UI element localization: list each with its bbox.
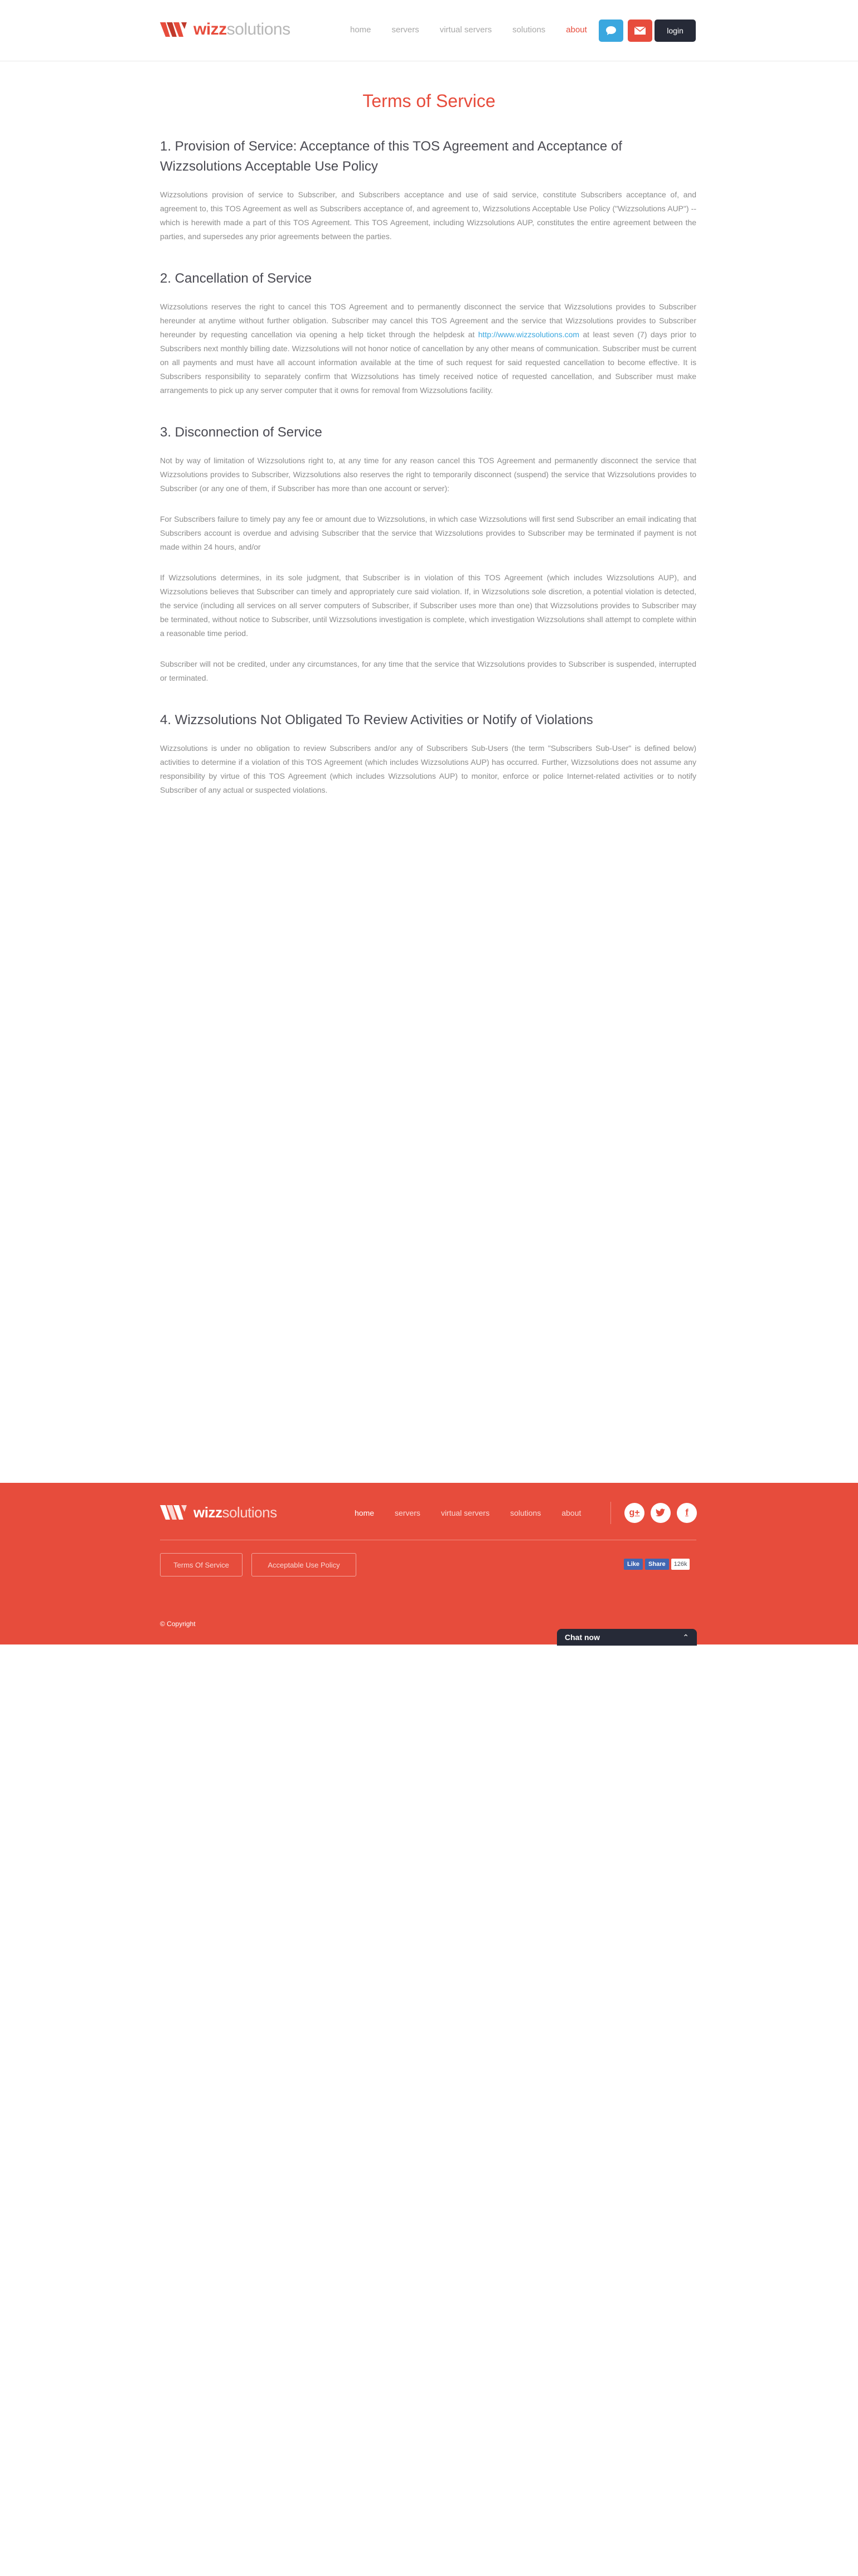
site-logo[interactable]: wizzsolutions — [160, 20, 290, 39]
section-paragraph: Wizzsolutions reserves the right to canc… — [160, 302, 697, 395]
facebook-widgets: Like Share 126k — [624, 1559, 690, 1570]
main-nav: home servers virtual servers solutions a… — [350, 25, 608, 35]
fb-like-button[interactable]: Like — [624, 1559, 643, 1570]
section-paragraph: If Wizzsolutions determines, in its sole… — [160, 573, 696, 638]
section-paragraph: Wizzsolutions provision of service to Su… — [160, 190, 696, 241]
footer-nav-solutions[interactable]: solutions — [510, 1508, 541, 1517]
section-heading: 1. Provision of Service: Acceptance of t… — [160, 139, 622, 174]
footer-link-terms-of-service[interactable]: Terms Of Service — [160, 1553, 243, 1576]
section-heading: 4. Wizzsolutions Not Obligated To Review… — [160, 712, 593, 727]
facebook-icon[interactable]: f — [677, 1503, 697, 1523]
section-disconnection-of-service: 3. Disconnection of Service Not by way o… — [160, 423, 696, 685]
footer-link-acceptable-use-policy[interactable]: Acceptable Use Policy — [251, 1553, 356, 1576]
login-button[interactable]: login — [655, 20, 696, 42]
chat-now-widget[interactable]: Chat now ⌃ — [557, 1629, 697, 1646]
section-heading: 3. Disconnection of Service — [160, 425, 322, 440]
site-header: wizzsolutions home servers virtual serve… — [0, 0, 858, 61]
footer-nav-virtual-servers[interactable]: virtual servers — [441, 1508, 489, 1517]
chat-button[interactable] — [599, 20, 623, 42]
logo-mark-icon — [160, 22, 187, 37]
logo-text: wizzsolutions — [193, 20, 290, 38]
nav-servers[interactable]: servers — [392, 25, 419, 35]
nav-virtual-servers[interactable]: virtual servers — [440, 25, 492, 35]
chevron-up-icon: ⌃ — [682, 1632, 689, 1642]
google-plus-icon[interactable]: g+ — [624, 1503, 644, 1523]
mail-button[interactable] — [628, 20, 652, 42]
section-paragraph: Subscriber will not be credited, under a… — [160, 659, 696, 682]
fb-like-count: 126k — [671, 1559, 690, 1570]
fb-share-button[interactable]: Share — [645, 1559, 669, 1570]
chat-now-label: Chat now — [565, 1633, 600, 1642]
section-paragraph: Wizzsolutions is under no obligation to … — [160, 744, 696, 794]
section-no-obligation-to-review: 4. Wizzsolutions Not Obligated To Review… — [160, 710, 696, 797]
speech-bubble-icon — [606, 26, 616, 35]
copyright: © Copyright — [160, 1620, 196, 1628]
nav-about[interactable]: about — [566, 25, 587, 35]
footer-divider — [610, 1502, 611, 1524]
footer-nav-home[interactable]: home — [355, 1508, 374, 1517]
footer-nav: home servers virtual servers solutions a… — [355, 1508, 602, 1517]
section-cancellation-of-service: 2. Cancellation of Service Wizzsolutions… — [160, 269, 696, 397]
section-paragraph: For Subscribers failure to timely pay an… — [160, 515, 696, 551]
section-paragraph: Not by way of limitation of Wizzsolution… — [160, 456, 696, 493]
logo-mark-icon — [160, 1505, 187, 1520]
tos-content: 1. Provision of Service: Acceptance of t… — [160, 137, 696, 822]
footer-logo[interactable]: wizzsolutions — [160, 1503, 277, 1522]
section-provision-of-service: 1. Provision of Service: Acceptance of t… — [160, 137, 696, 244]
page-title: Terms of Service — [362, 91, 496, 111]
twitter-icon[interactable] — [651, 1503, 671, 1523]
site-footer: wizzsolutions home servers virtual serve… — [0, 1483, 858, 1644]
section-heading: 2. Cancellation of Service — [160, 271, 312, 286]
envelope-icon — [634, 27, 646, 35]
footer-nav-servers[interactable]: servers — [395, 1508, 420, 1517]
nav-solutions[interactable]: solutions — [512, 25, 545, 35]
nav-home[interactable]: home — [350, 25, 371, 35]
wizzsolutions-link[interactable]: http://www.wizzsolutions.com — [478, 330, 579, 339]
footer-logo-text: wizzsolutions — [193, 1503, 277, 1521]
footer-nav-about[interactable]: about — [561, 1508, 581, 1517]
